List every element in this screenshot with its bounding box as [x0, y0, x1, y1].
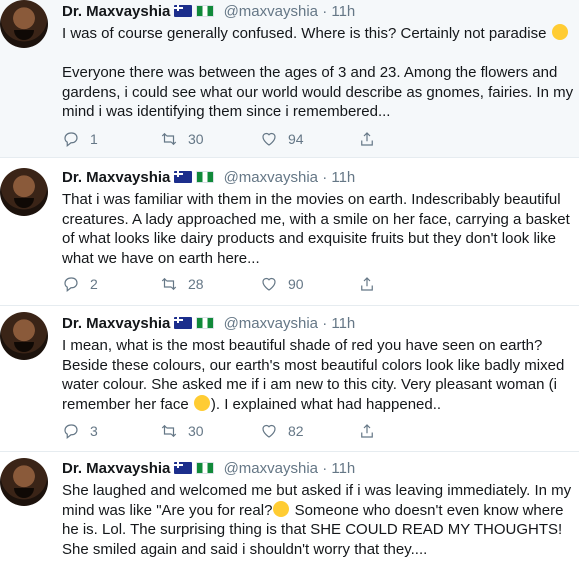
retweet-button[interactable]: 30 — [160, 422, 204, 440]
tweet-text-part: I was of course generally confused. Wher… — [62, 25, 551, 42]
reply-icon — [64, 277, 78, 292]
share-button[interactable] — [358, 422, 376, 440]
like-count: 82 — [288, 423, 304, 439]
tweet-text: She laughed and welcomed me but asked if… — [62, 481, 574, 559]
avatar[interactable] — [0, 312, 48, 360]
retweet-icon — [161, 277, 177, 291]
retweet-count: 30 — [188, 423, 204, 439]
nigeria-flag-icon — [196, 5, 215, 17]
tweet[interactable]: Dr. Maxvayshia @maxvayshia · 11h She lau… — [0, 452, 579, 562]
tweet-header: Dr. Maxvayshia @maxvayshia · 11h — [62, 168, 355, 188]
nigeria-flag-icon — [196, 317, 215, 329]
retweet-button[interactable]: 30 — [160, 130, 204, 148]
heart-icon — [262, 277, 276, 291]
retweet-count: 30 — [188, 131, 204, 147]
like-button[interactable]: 90 — [260, 275, 304, 293]
retweet-icon — [161, 424, 177, 438]
timestamp[interactable]: 11h — [331, 460, 355, 477]
tweet-text: That i was familiar with them in the mov… — [62, 190, 574, 268]
like-count: 94 — [288, 131, 304, 147]
tweet-header: Dr. Maxvayshia @maxvayshia · 11h — [62, 459, 355, 479]
like-count: 90 — [288, 276, 304, 292]
share-button[interactable] — [358, 130, 376, 148]
australia-flag-icon — [174, 5, 193, 17]
author-handle[interactable]: @maxvayshia — [224, 169, 318, 186]
reply-button[interactable]: 2 — [62, 275, 98, 293]
tweet-text: I mean, what is the most beautiful shade… — [62, 336, 574, 414]
timestamp[interactable]: 11h — [331, 315, 355, 332]
nigeria-flag-icon — [196, 171, 215, 183]
retweet-count: 28 — [188, 276, 204, 292]
separator-dot: · — [322, 460, 328, 477]
nigeria-flag-icon — [196, 462, 215, 474]
author-name[interactable]: Dr. Maxvayshia — [62, 315, 170, 332]
tweet[interactable]: Dr. Maxvayshia @maxvayshia · 11h That i … — [0, 158, 579, 306]
smiling-face-emoji-icon — [193, 394, 210, 411]
reply-count: 3 — [90, 423, 98, 439]
reply-icon — [64, 424, 78, 439]
avatar[interactable] — [0, 168, 48, 216]
tweet-header: Dr. Maxvayshia @maxvayshia · 11h — [62, 314, 355, 334]
avatar[interactable] — [0, 0, 48, 48]
tweet[interactable]: Dr. Maxvayshia @maxvayshia · 11h I mean,… — [0, 306, 579, 452]
author-name[interactable]: Dr. Maxvayshia — [62, 169, 170, 186]
australia-flag-icon — [174, 317, 193, 329]
share-icon — [361, 277, 373, 291]
timestamp[interactable]: 11h — [331, 3, 355, 20]
unamused-face-emoji-icon — [273, 500, 290, 517]
australia-flag-icon — [174, 171, 193, 183]
separator-dot: · — [322, 3, 328, 20]
avatar[interactable] — [0, 458, 48, 506]
reply-button[interactable]: 3 — [62, 422, 98, 440]
share-button[interactable] — [358, 275, 376, 293]
tweet-text-part: ). I explained what had happened.. — [210, 395, 442, 413]
retweet-icon — [161, 132, 177, 146]
heart-icon — [262, 424, 276, 438]
share-icon — [361, 132, 373, 146]
separator-dot: · — [322, 315, 328, 332]
tweet-text-part: Everyone there was between the ages of 3… — [62, 64, 574, 120]
reply-button[interactable]: 1 — [62, 130, 98, 148]
author-handle[interactable]: @maxvayshia — [224, 460, 318, 477]
reply-count: 1 — [90, 131, 98, 147]
reply-icon — [64, 132, 78, 147]
author-handle[interactable]: @maxvayshia — [224, 315, 318, 332]
like-button[interactable]: 94 — [260, 130, 304, 148]
share-icon — [361, 424, 373, 438]
tears-of-joy-emoji-icon — [551, 24, 568, 40]
reply-count: 2 — [90, 276, 98, 292]
tweet-text-part: That i was familiar with them in the mov… — [62, 191, 570, 267]
author-name[interactable]: Dr. Maxvayshia — [62, 460, 170, 477]
heart-icon — [262, 132, 276, 146]
tweet-header: Dr. Maxvayshia @maxvayshia · 11h — [62, 2, 355, 22]
tweet-text: I was of course generally confused. Wher… — [62, 24, 574, 122]
timestamp[interactable]: 11h — [331, 169, 355, 186]
tweet[interactable]: Dr. Maxvayshia @maxvayshia · 11h I was o… — [0, 0, 579, 158]
author-handle[interactable]: @maxvayshia — [224, 3, 318, 20]
like-button[interactable]: 82 — [260, 422, 304, 440]
separator-dot: · — [322, 169, 328, 186]
australia-flag-icon — [174, 462, 193, 474]
author-name[interactable]: Dr. Maxvayshia — [62, 3, 170, 20]
retweet-button[interactable]: 28 — [160, 275, 204, 293]
